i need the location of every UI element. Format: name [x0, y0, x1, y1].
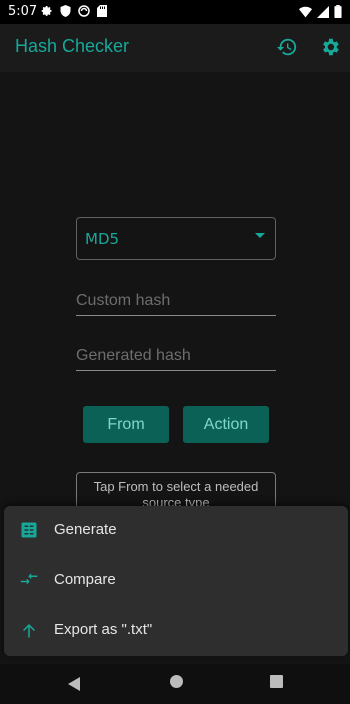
settings-icon	[323, 38, 339, 56]
status-time: 5:07	[8, 4, 38, 19]
compare-icon	[20, 573, 38, 585]
hash-type-dropdown[interactable]: MD5	[76, 217, 276, 260]
dropdown-arrow-icon	[255, 233, 265, 238]
app-bar: Hash Checker	[0, 24, 350, 72]
menu-item-export[interactable]: Export as ".txt"	[4, 606, 348, 656]
generated-hash-field-container	[76, 341, 276, 371]
shield-icon	[60, 5, 71, 17]
menu-item-compare-label: Compare	[54, 571, 116, 588]
gear-icon	[41, 6, 52, 16]
menu-item-compare[interactable]: Compare	[4, 556, 348, 606]
signal-icon	[317, 5, 329, 18]
custom-hash-field-container	[76, 286, 276, 316]
export-icon	[23, 624, 35, 638]
vpn-icon	[78, 5, 90, 17]
generated-hash-input[interactable]	[76, 341, 276, 370]
history-icon	[276, 38, 297, 56]
battery-icon	[334, 5, 342, 18]
history-button[interactable]	[276, 36, 298, 62]
sd-card-icon	[97, 5, 107, 17]
app-title: Hash Checker	[15, 36, 130, 56]
wifi-icon	[299, 6, 312, 17]
generate-icon	[21, 522, 37, 538]
menu-item-generate-label: Generate	[54, 521, 117, 538]
bottom-sheet: Generate Compare Export as ".txt"	[4, 506, 348, 656]
hash-type-value: MD5	[85, 230, 120, 248]
back-icon[interactable]	[67, 676, 81, 692]
action-button[interactable]: Action	[183, 406, 269, 443]
menu-item-export-label: Export as ".txt"	[54, 621, 153, 638]
from-button[interactable]: From	[83, 406, 169, 443]
recent-apps-icon[interactable]	[270, 675, 283, 688]
home-icon[interactable]	[170, 675, 183, 688]
custom-hash-input[interactable]	[76, 286, 276, 315]
system-nav-bar	[0, 664, 350, 704]
settings-button[interactable]	[319, 36, 341, 62]
status-bar: 5:07	[0, 0, 350, 24]
menu-item-generate[interactable]: Generate	[4, 506, 348, 556]
